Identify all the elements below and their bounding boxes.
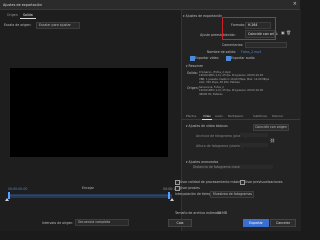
queue-button[interactable]: Cola (168, 219, 192, 227)
use-proxies-label: Usar proxies (180, 185, 200, 190)
window-titlebar (0, 0, 300, 10)
tab-multiplexer[interactable]: Multiplexor (228, 114, 244, 118)
tab-output[interactable]: Salida (20, 12, 36, 19)
basic-video-settings-header[interactable]: ▾ Ajustes de vídeo básicos (186, 124, 228, 128)
match-source-button[interactable]: Coincidir con origen (253, 124, 289, 131)
time-interpolation-label: Interpolación de tiempo: (175, 192, 215, 196)
basic-video-title: Ajustes de vídeo básicos (188, 124, 228, 128)
comments-label: Comentarios: (222, 43, 244, 47)
highlight-annotation-box (222, 17, 276, 40)
export-settings-title: Ajustes de exportación (185, 14, 223, 18)
tab-effects[interactable]: Efectos (186, 114, 196, 118)
frame-height-label: Altura de fotograma (píxeles): (196, 144, 244, 148)
tab-captions[interactable]: Subtítulos (253, 114, 267, 118)
summary-header[interactable]: ▾ Resumen (186, 64, 203, 68)
export-audio-label: Exportar audio (231, 55, 255, 60)
source-range-label: Intervalo de origen: (42, 221, 74, 225)
export-video-label: Exportar vídeo (195, 55, 219, 60)
expand-caret-icon: ▾ (186, 160, 188, 164)
export-button[interactable]: Exportar (243, 219, 269, 227)
frame-height-input[interactable] (240, 143, 268, 147)
summary-source-details: Secuencia, Fotos_2 1920x1080 (1,0), 25 f… (199, 86, 264, 96)
close-icon[interactable]: × (293, 1, 297, 7)
max-render-quality-label: Usar calidad de procesamiento máxima (180, 179, 244, 184)
keyframe-distance-field[interactable]: Distancia de fotograma clave (193, 165, 273, 169)
estimated-filesize-label: Tamaño de archivo estimado: (175, 211, 222, 215)
import-preset-icon[interactable]: ▣ (281, 30, 285, 35)
out-marker-icon[interactable] (170, 198, 174, 201)
expand-caret-icon: ▾ (186, 124, 188, 128)
source-scaling-label: Escala de origen: (4, 23, 32, 27)
export-settings-header[interactable]: ▾ Ajustes de exportación (183, 14, 222, 18)
current-timecode[interactable]: 00:00:00:00 (8, 187, 27, 191)
comments-input[interactable] (245, 42, 287, 48)
tab-video[interactable]: Vídeo (203, 114, 211, 118)
cancel-button[interactable]: Cancelar (270, 219, 296, 227)
delete-preset-icon[interactable]: 🗑 (286, 30, 291, 35)
frame-width-input[interactable] (240, 133, 268, 137)
save-preset-icon[interactable]: ⤓ (276, 30, 278, 35)
tab-publish[interactable]: Publicar (272, 114, 283, 118)
expand-caret-icon: ▾ (186, 64, 188, 68)
output-name-link[interactable]: Fotos_2.mp4 (241, 50, 261, 54)
summary-output-details: C:\Users\...\Fotos_2.mp4 1920x1080 (1,0)… (199, 71, 270, 85)
zoom-select[interactable]: Encajar (82, 186, 94, 190)
source-scaling-select[interactable]: Escalar para ajustar (36, 21, 80, 29)
time-interpolation-select[interactable]: Muestreo de fotogramas (210, 191, 254, 198)
summary-source-label: Origen: (187, 86, 199, 90)
summary-output-label: Salida: (187, 71, 198, 75)
use-previews-label: Usar previsualizaciones (245, 179, 283, 184)
in-marker-icon[interactable] (5, 198, 9, 201)
source-range-select[interactable]: Secuencia completa (75, 219, 129, 226)
advanced-settings-header[interactable]: ▾ Ajustes avanzados (186, 160, 218, 164)
link-icon[interactable]: ⛓ (270, 138, 275, 143)
summary-title: Resumen (188, 64, 204, 68)
tab-source[interactable]: Origen (4, 12, 21, 18)
expand-caret-icon: ▾ (183, 14, 185, 18)
window-title: Ajustes de exportación (3, 2, 42, 7)
output-name-label: Nombre de salida: (207, 50, 237, 54)
estimated-filesize-value: 13 MB (217, 211, 228, 215)
active-tab-indicator (202, 119, 212, 120)
tab-audio[interactable]: Audio (215, 114, 223, 118)
advanced-settings-title: Ajustes avanzados (188, 160, 219, 164)
video-preview (10, 68, 168, 157)
timeline-work-range (8, 193, 172, 198)
